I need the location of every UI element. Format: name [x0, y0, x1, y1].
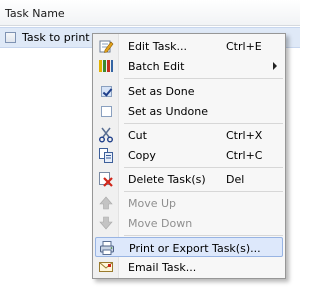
arrow-down-icon — [98, 215, 114, 231]
menu-item-label: Copy — [128, 149, 156, 162]
menu-item-set-as-undone[interactable]: Set as Undone — [95, 101, 283, 121]
menu-item-label: Move Down — [128, 217, 193, 230]
menu-item-label: Email Task... — [128, 261, 197, 274]
menu-separator — [124, 191, 283, 192]
menu-item-delete-tasks[interactable]: Delete Task(s) Del — [95, 169, 283, 189]
menu-item-label: Cut — [128, 129, 147, 142]
menu-item-set-as-done[interactable]: Set as Done — [95, 81, 283, 101]
delete-icon — [98, 171, 114, 187]
menu-separator — [124, 235, 283, 236]
menu-item-label: Print or Export Task(s)... — [129, 242, 261, 255]
email-icon — [98, 259, 114, 275]
menu-item-label: Set as Done — [128, 85, 195, 98]
edit-task-icon — [98, 38, 114, 54]
menu-item-shortcut: Ctrl+C — [226, 149, 263, 162]
menu-item-email-task[interactable]: Email Task... — [95, 257, 283, 277]
context-menu: Edit Task... Ctrl+E Batch Edit Set as Do… — [92, 33, 286, 279]
task-checkbox[interactable] — [5, 32, 16, 43]
menu-item-label: Batch Edit — [128, 60, 185, 73]
menu-item-label: Set as Undone — [128, 105, 209, 118]
menu-separator — [124, 78, 283, 79]
checked-checkbox-icon — [98, 83, 114, 99]
copy-icon — [98, 147, 114, 163]
menu-item-copy[interactable]: Copy Ctrl+C — [95, 145, 283, 165]
menu-item-label: Delete Task(s) — [128, 173, 206, 186]
menu-item-shortcut: Ctrl+E — [226, 40, 262, 53]
menu-item-label: Move Up — [128, 197, 177, 210]
menu-separator — [124, 167, 283, 168]
menu-item-edit-task[interactable]: Edit Task... Ctrl+E — [95, 36, 283, 56]
menu-item-move-up[interactable]: Move Up — [95, 193, 283, 213]
menu-item-cut[interactable]: Cut Ctrl+X — [95, 125, 283, 145]
column-header-task-name[interactable]: Task Name — [5, 7, 65, 20]
task-name: Task to print — [22, 31, 90, 44]
batch-edit-icon — [98, 58, 114, 74]
menu-item-label: Edit Task... — [128, 40, 188, 53]
print-icon — [99, 240, 115, 256]
menu-item-shortcut: Ctrl+X — [226, 129, 263, 142]
menu-item-batch-edit[interactable]: Batch Edit — [95, 56, 283, 76]
menu-item-print-or-export[interactable]: Print or Export Task(s)... — [95, 237, 283, 257]
task-list-header: Task Name — [0, 0, 300, 26]
submenu-arrow-icon — [273, 62, 277, 70]
menu-separator — [124, 123, 283, 124]
menu-item-move-down[interactable]: Move Down — [95, 213, 283, 233]
scissors-icon — [98, 127, 114, 143]
menu-item-shortcut: Del — [226, 173, 245, 186]
unchecked-checkbox-icon — [98, 103, 114, 119]
arrow-up-icon — [98, 195, 114, 211]
